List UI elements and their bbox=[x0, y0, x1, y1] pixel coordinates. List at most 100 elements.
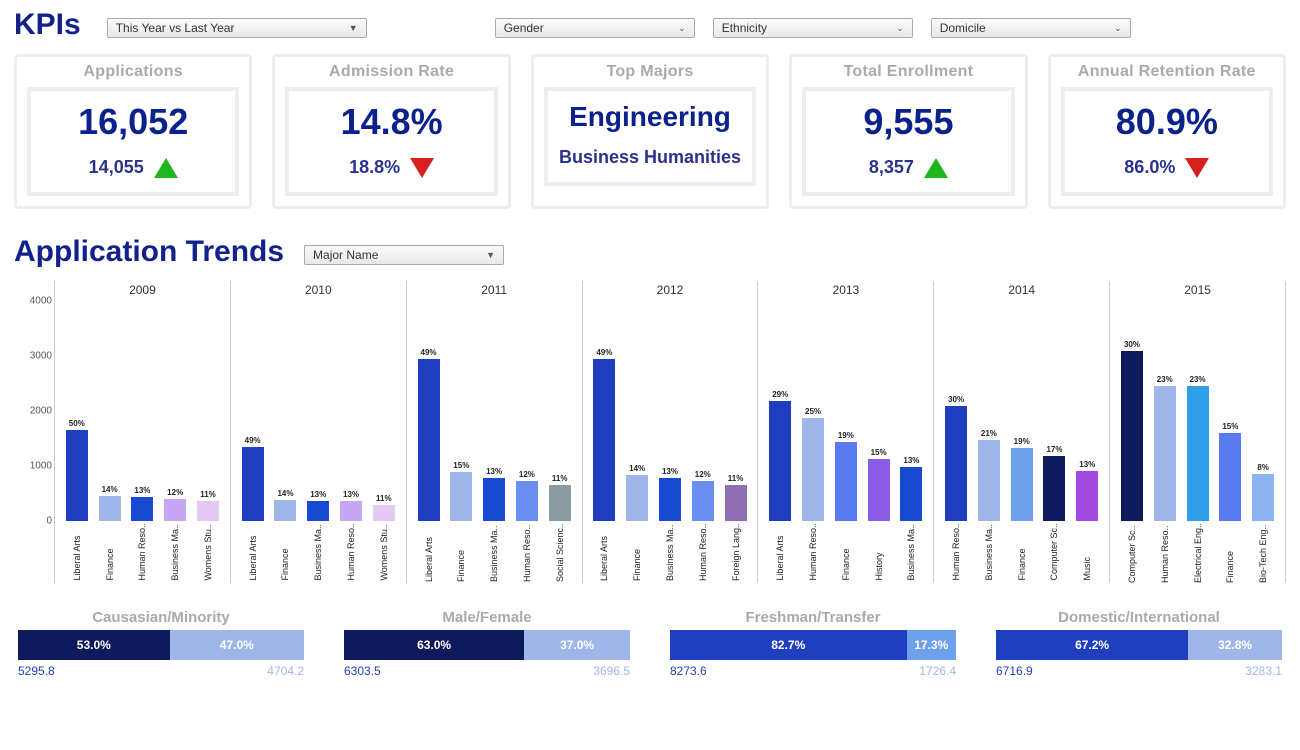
bar[interactable]: 49% bbox=[242, 436, 264, 521]
filter-gender[interactable]: Gender⌄ bbox=[495, 18, 695, 38]
bar[interactable]: 23% bbox=[1187, 375, 1209, 521]
x-label: Business Ma.. bbox=[978, 523, 1000, 581]
bar[interactable]: 13% bbox=[900, 456, 922, 521]
bar[interactable]: 13% bbox=[483, 467, 505, 521]
y-tick: 4000 bbox=[30, 296, 52, 307]
bar[interactable]: 23% bbox=[1154, 375, 1176, 521]
chart-panels: 2009 50% 14% 13% 12% bbox=[54, 281, 1286, 583]
bar-pct: 49% bbox=[421, 348, 437, 357]
period-select[interactable]: This Year vs Last Year ▼ bbox=[107, 18, 367, 38]
demographic-stack[interactable]: Causasian/Minority 53.0% 47.0% 5295.8 47… bbox=[18, 609, 304, 678]
bar-rect bbox=[1154, 386, 1176, 521]
trends-title: Application Trends bbox=[14, 235, 284, 269]
year-label: 2012 bbox=[583, 281, 758, 301]
bar-pct: 19% bbox=[1014, 437, 1030, 446]
filter-domicile[interactable]: Domicile⌄ bbox=[931, 18, 1131, 38]
bar[interactable]: 12% bbox=[164, 488, 186, 521]
bar[interactable]: 13% bbox=[659, 467, 681, 521]
bar[interactable]: 49% bbox=[593, 348, 615, 521]
bar-pct: 13% bbox=[486, 467, 502, 476]
bar-rect bbox=[1121, 351, 1143, 522]
kpi-card[interactable]: Total Enrollment 9,555 8,357 bbox=[789, 54, 1027, 209]
bar[interactable]: 13% bbox=[340, 490, 362, 521]
kpi-card[interactable]: Admission Rate 14.8% 18.8% bbox=[272, 54, 510, 209]
year-label: 2011 bbox=[407, 281, 582, 301]
bar[interactable]: 13% bbox=[131, 486, 153, 521]
bar[interactable]: 49% bbox=[418, 348, 440, 521]
year-panel: 2015 30% 23% 23% 15% bbox=[1109, 281, 1286, 583]
year-panel: 2013 29% 25% 19% 15% bbox=[757, 281, 933, 583]
bar-rect bbox=[242, 447, 264, 521]
demographic-stack[interactable]: Male/Female 63.0% 37.0% 6303.5 3696.5 bbox=[344, 609, 630, 678]
filter-ethnicity[interactable]: Ethnicity⌄ bbox=[713, 18, 913, 38]
bar[interactable]: 11% bbox=[725, 474, 747, 521]
bar[interactable]: 14% bbox=[626, 464, 648, 521]
bar-pct: 21% bbox=[981, 429, 997, 438]
x-label: Bio-Tech Eng.. bbox=[1252, 523, 1274, 583]
demographic-stack[interactable]: Freshman/Transfer 82.7% 17.3% 8273.6 172… bbox=[670, 609, 956, 678]
bar[interactable]: 8% bbox=[1252, 463, 1274, 521]
stack-seg-b: 47.0% bbox=[170, 630, 304, 660]
bar[interactable]: 21% bbox=[978, 429, 1000, 521]
year-label: 2010 bbox=[231, 281, 406, 301]
bar[interactable]: 17% bbox=[1043, 445, 1065, 521]
bar-pct: 8% bbox=[1257, 463, 1269, 472]
bar-pct: 49% bbox=[596, 348, 612, 357]
kpi-card[interactable]: Annual Retention Rate 80.9% 86.0% bbox=[1048, 54, 1286, 209]
bar[interactable]: 12% bbox=[516, 470, 538, 521]
x-label: History bbox=[868, 523, 890, 581]
x-label: Human Reso.. bbox=[692, 523, 714, 581]
stack-val-a: 6716.9 bbox=[996, 664, 1033, 678]
bar-rect bbox=[164, 499, 186, 521]
bar[interactable]: 14% bbox=[274, 489, 296, 521]
trends-header: Application Trends Major Name ▼ bbox=[14, 235, 1286, 275]
bar[interactable]: 19% bbox=[835, 431, 857, 521]
x-label: Liberal Arts bbox=[769, 523, 791, 581]
y-tick: 2000 bbox=[30, 406, 52, 417]
stack-seg-b: 17.3% bbox=[907, 630, 956, 660]
bar-pct: 49% bbox=[245, 436, 261, 445]
bar[interactable]: 50% bbox=[66, 419, 88, 521]
kpi-card[interactable]: Top Majors Engineering Business Humaniti… bbox=[531, 54, 769, 209]
bar[interactable]: 13% bbox=[1076, 460, 1098, 521]
bar-pct: 15% bbox=[871, 448, 887, 457]
period-select-label: This Year vs Last Year bbox=[116, 21, 235, 35]
demographic-stack[interactable]: Domestic/International 67.2% 32.8% 6716.… bbox=[996, 609, 1282, 678]
bar[interactable]: 25% bbox=[802, 407, 824, 521]
kpi-card[interactable]: Applications 16,052 14,055 bbox=[14, 54, 252, 209]
bar[interactable]: 11% bbox=[373, 494, 395, 522]
kpi-subvalue: Business Humanities bbox=[559, 147, 741, 168]
bar[interactable]: 15% bbox=[868, 448, 890, 521]
bar-rect bbox=[900, 467, 922, 521]
stack-bar: 67.2% 32.8% bbox=[996, 630, 1282, 660]
stack-seg-a: 82.7% bbox=[670, 630, 907, 660]
x-label: Computer Sc.. bbox=[1043, 523, 1065, 581]
x-label: Finance bbox=[1011, 523, 1033, 581]
x-label: Business Ma.. bbox=[164, 523, 186, 581]
bar[interactable]: 11% bbox=[549, 474, 571, 521]
bar-rect bbox=[659, 478, 681, 521]
kpi-value: 16,052 bbox=[41, 101, 225, 143]
bar[interactable]: 15% bbox=[450, 461, 472, 522]
bar[interactable]: 13% bbox=[307, 490, 329, 521]
x-label: Business Ma.. bbox=[900, 523, 922, 581]
bar-pct: 30% bbox=[1124, 340, 1140, 349]
bar[interactable]: 12% bbox=[692, 470, 714, 521]
bar-pct: 11% bbox=[200, 490, 216, 499]
bar[interactable]: 15% bbox=[1219, 422, 1241, 521]
bar[interactable]: 29% bbox=[769, 390, 791, 521]
bar-pct: 15% bbox=[1222, 422, 1238, 431]
bar[interactable]: 30% bbox=[1121, 340, 1143, 522]
bar[interactable]: 14% bbox=[99, 485, 121, 521]
x-label: Human Reso.. bbox=[131, 523, 153, 581]
bar[interactable]: 30% bbox=[945, 395, 967, 522]
bar[interactable]: 11% bbox=[197, 490, 219, 521]
bar-rect bbox=[593, 359, 615, 521]
bar[interactable]: 19% bbox=[1011, 437, 1033, 521]
bar-rect bbox=[1076, 471, 1098, 521]
bar-pct: 13% bbox=[310, 490, 326, 499]
bar-pct: 13% bbox=[662, 467, 678, 476]
trends-select[interactable]: Major Name ▼ bbox=[304, 245, 504, 265]
stack-bar: 82.7% 17.3% bbox=[670, 630, 956, 660]
bar-pct: 12% bbox=[167, 488, 183, 497]
